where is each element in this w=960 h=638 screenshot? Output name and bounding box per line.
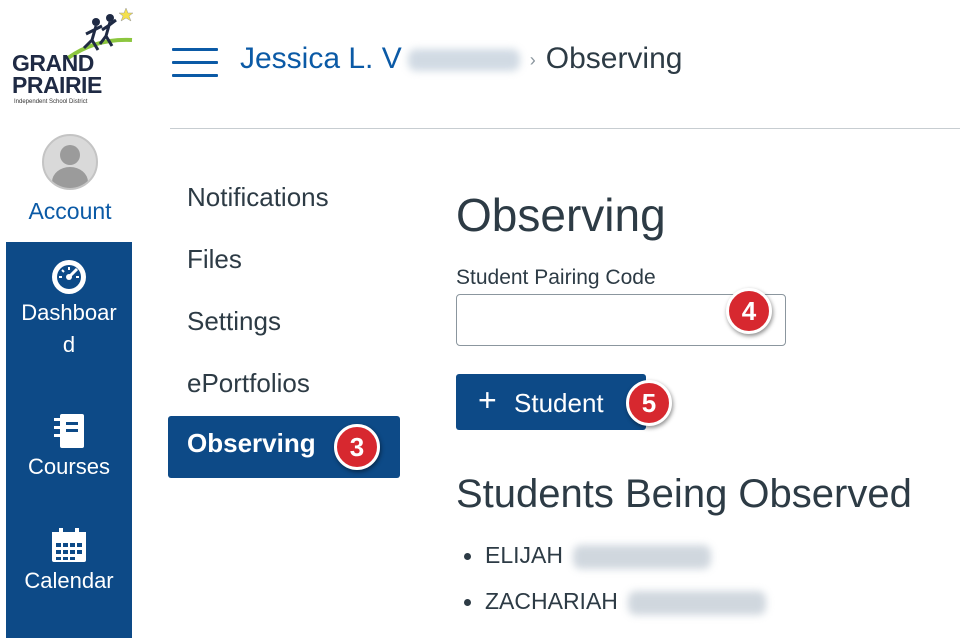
student-name: ELIJAH bbox=[485, 542, 563, 568]
subnav-files[interactable]: Files bbox=[168, 232, 400, 294]
page-title: Observing bbox=[456, 189, 666, 241]
breadcrumb-user-link[interactable]: Jessica L. V bbox=[240, 42, 402, 75]
nav-calendar[interactable]: Calendar bbox=[6, 526, 132, 598]
subnav-settings-label: Settings bbox=[187, 306, 281, 336]
avatar bbox=[42, 134, 98, 190]
callout-badge-4: 4 bbox=[726, 288, 772, 334]
pairing-code-label: Student Pairing Code bbox=[456, 266, 656, 289]
subnav-notifications[interactable]: Notifications bbox=[168, 170, 400, 232]
add-student-label: Student bbox=[514, 388, 604, 418]
redacted-name bbox=[407, 49, 520, 72]
breadcrumb: Jessica L. V › Observing bbox=[240, 42, 682, 76]
nav-account[interactable]: Account bbox=[0, 130, 140, 238]
subnav-eportfolios[interactable]: ePortfolios bbox=[168, 356, 400, 418]
list-item: ZACHARIAH bbox=[456, 588, 766, 615]
district-logo[interactable]: GRAND PRAIRIE Independent School Distric… bbox=[6, 8, 134, 116]
page-header: Jessica L. V › Observing bbox=[170, 0, 960, 129]
calendar-icon bbox=[52, 528, 86, 562]
logo-text-district: Independent School District bbox=[14, 99, 88, 105]
dashboard-gauge-icon bbox=[52, 260, 86, 294]
hamburger-menu-icon[interactable] bbox=[172, 48, 218, 78]
subnav-files-label: Files bbox=[187, 244, 242, 274]
subnav-settings[interactable]: Settings bbox=[168, 294, 400, 356]
nav-calendar-label: Calendar bbox=[24, 568, 114, 593]
courses-book-icon bbox=[54, 414, 84, 448]
nav-dashboard-label-1: Dashboar bbox=[21, 300, 117, 325]
breadcrumb-current: Observing bbox=[545, 42, 683, 75]
students-observed-heading: Students Being Observed bbox=[456, 472, 912, 516]
nav-courses[interactable]: Courses bbox=[6, 412, 132, 484]
subnav-observing-label: Observing bbox=[187, 428, 316, 458]
callout-badge-3: 3 bbox=[334, 424, 380, 470]
plus-icon: + bbox=[478, 382, 497, 418]
student-name: ZACHARIAH bbox=[485, 588, 618, 614]
add-student-button[interactable]: + Student bbox=[456, 374, 646, 430]
global-nav-panel: Dashboar d Courses Calendar bbox=[6, 242, 132, 638]
list-item: ELIJAH bbox=[456, 542, 711, 569]
redacted-surname bbox=[627, 590, 766, 615]
nav-account-label: Account bbox=[28, 198, 112, 224]
subnav-eportfolios-label: ePortfolios bbox=[187, 368, 310, 398]
breadcrumb-separator: › bbox=[529, 49, 536, 70]
nav-dashboard-label-2: d bbox=[62, 332, 76, 357]
logo-text-prairie: PRAIRIE bbox=[12, 72, 102, 98]
bullet-icon bbox=[464, 599, 471, 607]
redacted-surname bbox=[572, 544, 711, 569]
global-nav: GRAND PRAIRIE Independent School Distric… bbox=[0, 0, 140, 638]
subnav-notifications-label: Notifications bbox=[187, 182, 329, 212]
nav-courses-label: Courses bbox=[28, 454, 110, 479]
callout-badge-5: 5 bbox=[626, 380, 672, 426]
bullet-icon bbox=[464, 553, 471, 561]
nav-dashboard[interactable]: Dashboar d bbox=[6, 258, 132, 362]
